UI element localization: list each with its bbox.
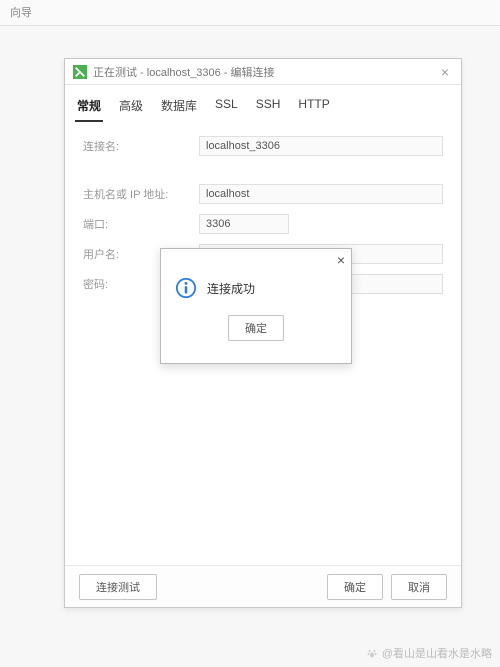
tab-ssh[interactable]: SSH [254,93,283,122]
message-footer: 确定 [161,309,351,351]
label-connection-name: 连接名: [83,138,199,154]
paw-icon [366,647,378,659]
tab-bar: 常规 高级 数据库 SSL SSH HTTP [65,85,461,122]
input-port[interactable] [199,214,289,234]
tab-advanced[interactable]: 高级 [117,93,145,122]
parent-window-title: 向导 [10,7,32,19]
message-text: 连接成功 [207,280,255,297]
watermark: @看山是山看水是水略 [366,645,492,661]
tab-http[interactable]: HTTP [296,93,331,122]
parent-window-titlebar: 向导 [0,0,500,26]
message-body: 连接成功 [161,271,351,309]
row-connection-name: 连接名: [83,136,443,156]
tab-general[interactable]: 常规 [75,93,103,122]
message-close-icon[interactable]: × [337,252,345,268]
label-host: 主机名或 IP 地址: [83,186,199,202]
dialog-title: 正在测试 - localhost_3306 - 编辑连接 [93,64,437,80]
row-port: 端口: [83,214,443,234]
dialog-footer: 连接测试 确定 取消 [65,565,461,607]
tab-database[interactable]: 数据库 [159,93,199,122]
label-port: 端口: [83,216,199,232]
test-connection-button[interactable]: 连接测试 [79,574,157,600]
cancel-button[interactable]: 取消 [391,574,447,600]
message-box-header: × [161,249,351,271]
info-icon [175,277,197,299]
app-icon [73,65,87,79]
watermark-text: @看山是山看水是水略 [382,645,492,661]
ok-button[interactable]: 确定 [327,574,383,600]
close-icon[interactable]: × [437,64,453,80]
input-connection-name[interactable] [199,136,443,156]
message-box: × 连接成功 确定 [160,248,352,364]
message-ok-button[interactable]: 确定 [228,315,284,341]
dialog-titlebar: 正在测试 - localhost_3306 - 编辑连接 × [65,59,461,85]
input-host[interactable] [199,184,443,204]
row-host: 主机名或 IP 地址: [83,184,443,204]
tab-ssl[interactable]: SSL [213,93,240,122]
